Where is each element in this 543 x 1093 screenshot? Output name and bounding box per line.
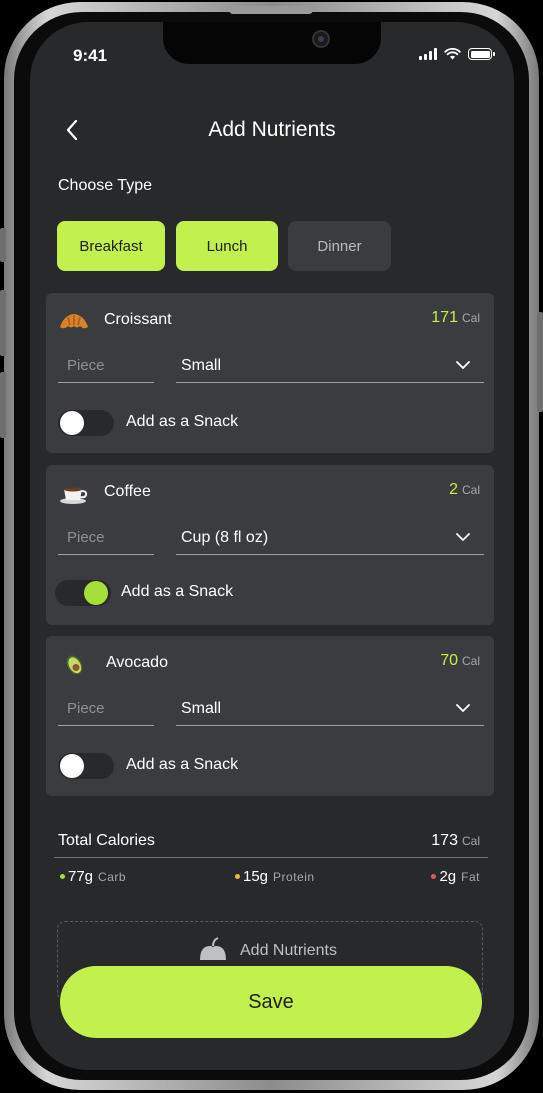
- camera-icon: [312, 30, 330, 48]
- calorie-count: 171 Cal: [431, 309, 480, 326]
- battery-icon: [468, 48, 495, 60]
- piece-input[interactable]: Piece: [58, 525, 154, 555]
- signal-icon: [419, 48, 437, 60]
- total-calories-value: 173 Cal: [431, 832, 480, 849]
- type-lunch-button[interactable]: Lunch: [176, 221, 278, 271]
- side-button: [537, 312, 543, 412]
- side-button: [0, 290, 6, 356]
- food-card-avocado: Avocado 70 Cal Piece Small Add as a Snack: [46, 636, 494, 796]
- macro-fat: 2g Fat: [431, 868, 480, 885]
- snack-label: Add as a Snack: [121, 583, 234, 600]
- croissant-icon: [60, 314, 88, 329]
- fat-dot: [431, 874, 437, 879]
- add-nutrients-label: Add Nutrients: [240, 942, 337, 959]
- snack-toggle[interactable]: [55, 580, 111, 606]
- piece-input[interactable]: Piece: [58, 353, 154, 383]
- snack-label: Add as a Snack: [126, 756, 239, 773]
- calorie-count: 70 Cal: [440, 652, 480, 669]
- side-button: [0, 372, 6, 438]
- status-icons: [419, 48, 495, 60]
- protein-dot: [235, 874, 240, 879]
- size-select[interactable]: Small: [176, 353, 484, 383]
- choose-type-label: Choose Type: [58, 177, 152, 194]
- size-select[interactable]: Cup (8 fl oz): [176, 525, 484, 555]
- size-select[interactable]: Small: [176, 696, 484, 726]
- size-value: Small: [181, 357, 222, 374]
- coffee-cup-icon: [60, 487, 88, 504]
- app-screen: 9:41 Add Nutrients Choose Type Breakfast…: [30, 22, 514, 1070]
- type-dinner-button[interactable]: Dinner: [288, 221, 391, 271]
- snack-toggle[interactable]: [58, 753, 114, 779]
- food-name: Croissant: [104, 311, 172, 328]
- divider: [54, 857, 488, 858]
- status-time: 9:41: [73, 46, 108, 65]
- total-calories-label: Total Calories: [58, 832, 155, 849]
- avocado-icon: [66, 655, 83, 675]
- calorie-count: 2 Cal: [449, 481, 480, 498]
- type-breakfast-button[interactable]: Breakfast: [57, 221, 165, 271]
- macro-protein: 15g Protein: [235, 868, 315, 885]
- piece-input[interactable]: Piece: [58, 696, 154, 726]
- macro-carb: 77g Carb: [60, 868, 126, 885]
- food-card-croissant: Croissant 171 Cal Piece Small Add as a Sn…: [46, 293, 494, 453]
- chevron-down-icon: [456, 361, 470, 370]
- speaker-grille: [229, 6, 313, 14]
- save-button[interactable]: Save: [60, 966, 482, 1038]
- apple-icon: [200, 937, 226, 960]
- chevron-down-icon: [456, 533, 470, 542]
- size-value: Small: [181, 700, 222, 717]
- size-value: Cup (8 fl oz): [181, 529, 269, 546]
- carb-dot: [60, 874, 65, 879]
- snack-toggle[interactable]: [58, 410, 114, 436]
- notch: [163, 22, 381, 64]
- food-card-coffee: Coffee 2 Cal Piece Cup (8 fl oz) Add as a…: [46, 465, 494, 625]
- wifi-icon: [444, 48, 461, 60]
- side-button: [0, 228, 6, 262]
- page-title: Add Nutrients: [208, 118, 336, 141]
- chevron-down-icon: [456, 704, 470, 713]
- food-name: Coffee: [104, 483, 151, 500]
- food-name: Avocado: [106, 654, 168, 671]
- snack-label: Add as a Snack: [126, 413, 239, 430]
